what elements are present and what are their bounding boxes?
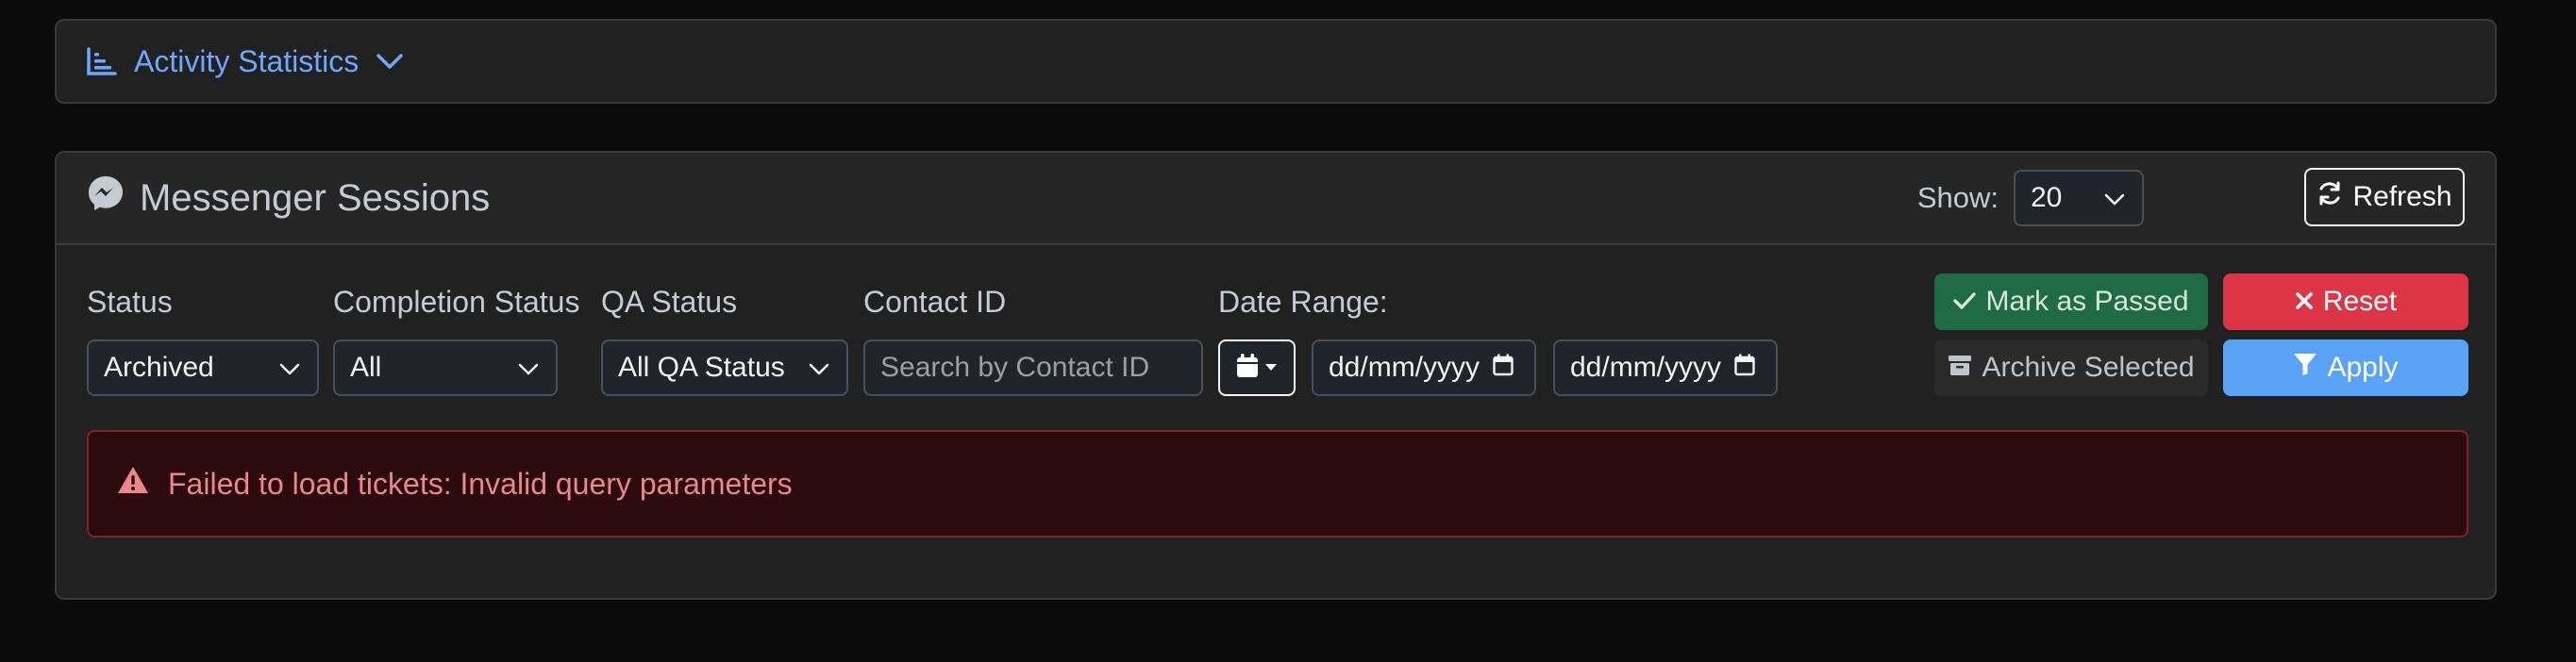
apply-button[interactable]: Apply [2223,339,2468,396]
status-label: Status [87,285,173,319]
date-from-value: dd/mm/yyyy [1329,352,1480,383]
refresh-label: Refresh [2352,181,2452,212]
calendar-icon [1734,352,1755,384]
archive-selected-label: Archive Selected [1982,352,2195,383]
chevron-down-icon [279,352,300,384]
archive-icon [1948,352,1972,384]
show-label: Show: [1916,181,1999,214]
status-select[interactable]: Archived [87,339,319,396]
x-icon [2295,286,2314,318]
filter-icon [2293,352,2317,384]
chevron-down-icon [518,352,539,384]
page-title: Messenger Sessions [140,176,491,219]
refresh-icon [2317,180,2343,214]
qa-status-select[interactable]: All QA Status [601,339,848,396]
activity-statistics-toggle[interactable]: Activity Statistics [87,21,404,102]
archive-selected-button[interactable]: Archive Selected [1934,339,2208,396]
date-from-input[interactable]: dd/mm/yyyy [1312,339,1536,396]
chevron-down-icon [376,52,404,71]
page-size-value: 20 [2031,182,2063,213]
caret-down-icon [1264,359,1278,376]
card-header: Messenger Sessions Show: 20 Refresh [57,153,2495,245]
completion-status-select[interactable]: All [333,339,558,396]
check-icon [1953,286,1977,318]
calendar-icon [1236,353,1259,383]
card-title: Messenger Sessions [87,153,490,243]
qa-status-value: All QA Status [618,352,785,383]
chevron-down-icon [2104,182,2125,214]
reset-label: Reset [2322,286,2398,317]
date-preset-dropdown[interactable] [1218,339,1296,396]
mark-as-passed-button[interactable]: Mark as Passed [1934,273,2208,330]
reset-button[interactable]: Reset [2223,273,2468,330]
contact-id-input[interactable]: Search by Contact ID [863,339,1203,396]
messenger-sessions-card: Messenger Sessions Show: 20 Refresh Stat… [55,151,2497,600]
completion-status-label: Completion Status [333,285,580,319]
completion-status-value: All [350,352,382,383]
activity-statistics-card: Activity Statistics [55,19,2497,104]
status-value: Archived [104,352,214,383]
date-to-value: dd/mm/yyyy [1570,352,1722,383]
error-alert: Failed to load tickets: Invalid query pa… [87,430,2468,538]
page-size-select[interactable]: 20 [2014,170,2144,226]
chevron-down-icon [809,352,829,384]
error-message: Failed to load tickets: Invalid query pa… [168,466,793,501]
apply-label: Apply [2327,352,2399,383]
mark-as-passed-label: Mark as Passed [1985,286,2189,317]
refresh-button[interactable]: Refresh [2304,168,2465,226]
warning-icon [117,466,149,502]
date-range-label: Date Range: [1218,285,1388,319]
messenger-icon [87,174,125,222]
activity-statistics-title: Activity Statistics [134,43,360,78]
chart-bar-icon [87,47,117,75]
page-size-control: Show: 20 [1917,170,2144,226]
date-to-input[interactable]: dd/mm/yyyy [1553,339,1778,396]
contact-id-placeholder: Search by Contact ID [880,352,1150,383]
qa-status-label: QA Status [601,285,738,319]
calendar-icon [1493,352,1514,384]
contact-id-label: Contact ID [863,285,1007,319]
